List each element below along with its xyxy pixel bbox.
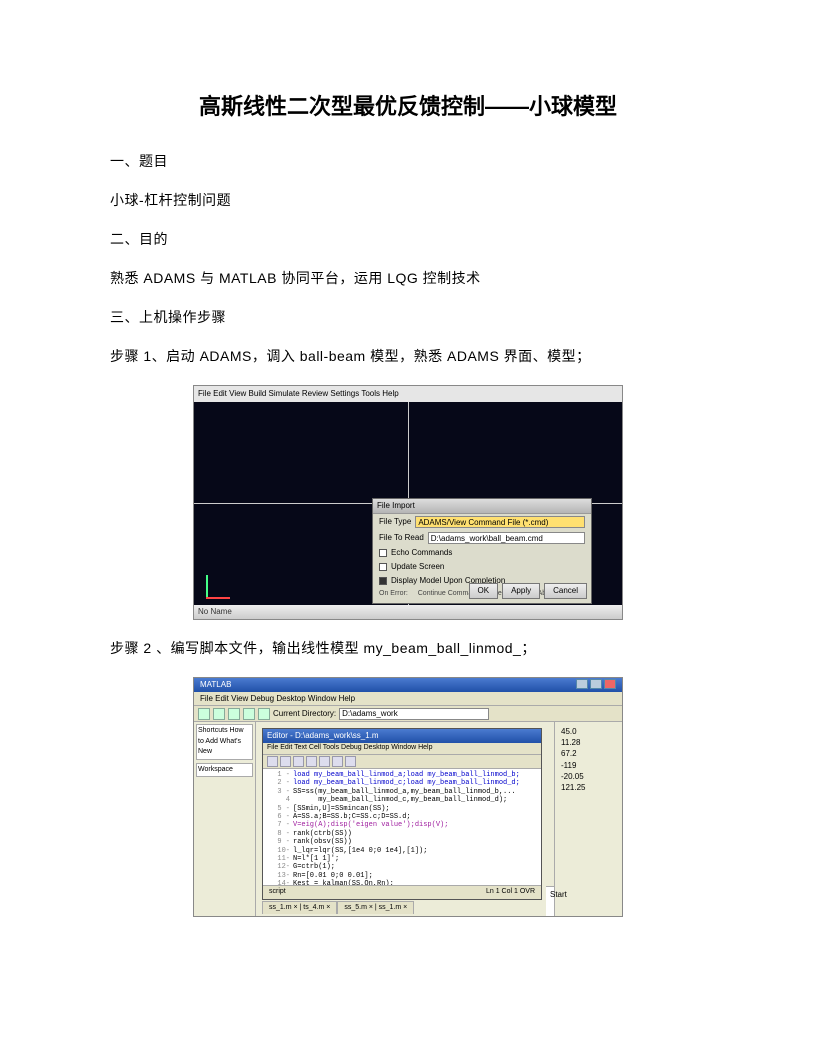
fileread-field[interactable] [428, 532, 585, 544]
editor-new-icon[interactable] [267, 756, 278, 767]
section-3-heading: 三、上机操作步骤 [110, 307, 706, 328]
paste-icon[interactable] [258, 708, 270, 720]
code-line[interactable]: 13-Rn=[0.01 0;0 0.01]; [265, 872, 539, 880]
output-value: 11.28 [561, 737, 616, 748]
document-title: 高斯线性二次型最优反馈控制——小球模型 [110, 90, 706, 123]
output-value: -119 [561, 760, 616, 771]
code-line[interactable]: 10-l_lqr=lqr(SS,[1e4 0;0 1e4],[1]); [265, 847, 539, 855]
matlab-screenshot: MATLAB File Edit View Debug Desktop Wind… [193, 677, 623, 917]
fileread-label: File To Read [379, 532, 424, 544]
ok-button[interactable]: OK [469, 583, 499, 599]
step-2-text: 步骤 2 、编写脚本文件，输出线性模型 my_beam_ball_linmod_… [110, 638, 706, 659]
adams-file-import-dialog: File Import File Type File To Read Echo … [372, 498, 592, 604]
section-2-heading: 二、目的 [110, 229, 706, 250]
editor-status-right: Ln 1 Col 1 OVR [486, 887, 535, 898]
filetype-field[interactable] [415, 516, 585, 528]
editor-save-icon[interactable] [293, 756, 304, 767]
output-value: 67.2 [561, 748, 616, 759]
matlab-toolbar: Current Directory: [194, 706, 622, 722]
editor-menubar[interactable]: File Edit Text Cell Tools Debug Desktop … [263, 743, 541, 755]
editor-status-left: script [269, 887, 286, 898]
code-line[interactable]: 9 -rank(obsv(SS)) [265, 838, 539, 846]
editor-open-icon[interactable] [280, 756, 291, 767]
editor-tab-group-a[interactable]: ss_1.m × | ts_4.m × [262, 901, 337, 915]
matlab-menubar[interactable]: File Edit View Debug Desktop Window Help [194, 692, 622, 706]
section-1-heading: 一、题目 [110, 151, 706, 172]
step-1-text: 步骤 1、启动 ADAMS，调入 ball-beam 模型，熟悉 ADAMS 界… [110, 346, 706, 367]
editor-code-area[interactable]: 1 -load my_beam_ball_linmod_a;load my_be… [263, 769, 541, 885]
editor-print-icon[interactable] [306, 756, 317, 767]
adams-menubar[interactable]: File Edit View Build Simulate Review Set… [194, 386, 622, 402]
close-icon[interactable] [604, 679, 616, 689]
section-2-body: 熟悉 ADAMS 与 MATLAB 协同平台，运用 LQG 控制技术 [110, 268, 706, 289]
adams-screenshot: File Edit View Build Simulate Review Set… [193, 385, 623, 620]
output-value: 45.0 [561, 726, 616, 737]
output-value: 121.25 [561, 782, 616, 793]
code-line[interactable]: 7 -V=eig(A);disp('eigen value');disp(V); [265, 821, 539, 829]
maximize-icon[interactable] [590, 679, 602, 689]
code-line[interactable]: 3 -SS=ss(my_beam_ball_linmod_a,my_beam_b… [265, 788, 539, 796]
filetype-label: File Type [379, 516, 411, 528]
code-line[interactable]: 6 -A=SS.a;B=SS.b;C=SS.c;D=SS.d; [265, 813, 539, 821]
editor-redo-icon[interactable] [332, 756, 343, 767]
matlab-titlebar: MATLAB [194, 678, 622, 692]
output-value: -20.05 [561, 771, 616, 782]
apply-button[interactable]: Apply [502, 583, 540, 599]
section-1-body: 小球-杠杆控制问题 [110, 190, 706, 211]
code-line[interactable]: 4 my_beam_ball_linmod_c,my_beam_ball_lin… [265, 796, 539, 804]
matlab-title: MATLAB [200, 679, 231, 691]
cut-icon[interactable] [228, 708, 240, 720]
matlab-command-window[interactable]: Start [546, 886, 554, 916]
editor-undo-icon[interactable] [319, 756, 330, 767]
new-icon[interactable] [198, 708, 210, 720]
code-line[interactable]: 12-G=ctrb(1); [265, 863, 539, 871]
update-screen-checkbox[interactable]: Update Screen [373, 560, 591, 574]
code-line[interactable]: 2 -load my_beam_ball_linmod_c;load my_be… [265, 779, 539, 787]
editor-toolbar [263, 755, 541, 769]
minimize-icon[interactable] [576, 679, 588, 689]
adams-dialog-title: File Import [373, 499, 591, 514]
editor-tab-group-b[interactable]: ss_5.m × | ss_1.m × [337, 901, 414, 915]
code-line[interactable]: 5 -[SSmin,U]=SSmincan(SS); [265, 805, 539, 813]
matlab-right-panel: 45.011.2867.2-119-20.05121.25 [554, 722, 622, 916]
editor-run-icon[interactable] [345, 756, 356, 767]
current-directory-field[interactable] [339, 708, 489, 720]
code-line[interactable]: 11-N=l*[1 1]'; [265, 855, 539, 863]
shortcuts-bar[interactable]: Shortcuts How to Add What's New [196, 724, 253, 760]
adams-statusbar: No Name [194, 605, 622, 619]
cancel-button[interactable]: Cancel [544, 583, 587, 599]
code-line[interactable]: 1 -load my_beam_ball_linmod_a;load my_be… [265, 771, 539, 779]
matlab-editor-window: Editor - D:\adams_work\ss_1.m File Edit … [262, 728, 542, 900]
cd-label: Current Directory: [273, 708, 336, 720]
code-line[interactable]: 8 -rank(ctrb(SS)) [265, 830, 539, 838]
start-button[interactable]: Start [550, 890, 567, 899]
echo-commands-checkbox[interactable]: Echo Commands [373, 546, 591, 560]
workspace-header: Workspace [196, 763, 253, 778]
adams-axis-triad [206, 571, 234, 599]
open-icon[interactable] [213, 708, 225, 720]
matlab-workspace-panel: Shortcuts How to Add What's New Workspac… [194, 722, 256, 916]
editor-title: Editor - D:\adams_work\ss_1.m [267, 730, 379, 742]
copy-icon[interactable] [243, 708, 255, 720]
